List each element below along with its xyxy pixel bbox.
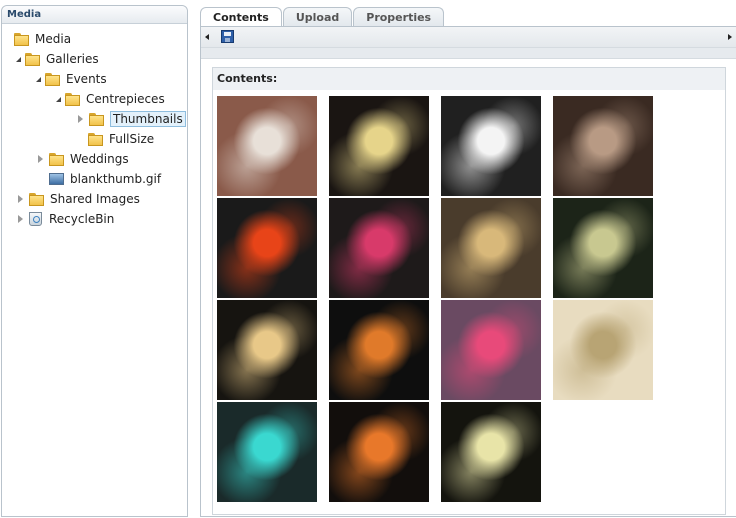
tree-node-label[interactable]: Media bbox=[35, 32, 71, 46]
scroll-left-icon[interactable] bbox=[205, 34, 209, 40]
tree-node-fullsize[interactable]: FullSize bbox=[88, 130, 154, 148]
tree-node-thumbnails[interactable]: Thumbnails bbox=[78, 110, 186, 128]
tab-properties[interactable]: Properties bbox=[353, 7, 445, 27]
contents-box: Contents: bbox=[212, 67, 726, 515]
tree-node-label[interactable]: Shared Images bbox=[50, 192, 140, 206]
folder-icon bbox=[29, 192, 45, 206]
tab-upload[interactable]: Upload bbox=[282, 7, 353, 27]
tab-contents[interactable]: Contents bbox=[200, 7, 282, 28]
tree-node-weddings[interactable]: Weddings bbox=[38, 150, 129, 168]
film-reel-photo[interactable] bbox=[441, 96, 541, 196]
collapse-toggle-icon[interactable] bbox=[18, 215, 23, 223]
folder-icon bbox=[45, 72, 61, 86]
tree-node-label[interactable]: Events bbox=[66, 72, 107, 86]
scroll-right-icon[interactable] bbox=[728, 34, 732, 40]
folder-icon bbox=[89, 112, 105, 126]
ivory-roses-photo[interactable] bbox=[441, 402, 541, 502]
white-flowers-photo[interactable] bbox=[553, 198, 653, 298]
expand-toggle-icon[interactable] bbox=[36, 76, 41, 82]
collapse-toggle-icon[interactable] bbox=[18, 195, 23, 203]
cream-centrepiece-photo[interactable] bbox=[553, 300, 653, 400]
expand-toggle-icon[interactable] bbox=[56, 96, 61, 102]
folder-icon bbox=[88, 132, 104, 146]
folder-icon bbox=[49, 152, 65, 166]
recycle-bin-icon bbox=[29, 212, 42, 226]
tree-node-blankthumb[interactable]: blankthumb.gif bbox=[49, 170, 161, 188]
tree-node-label[interactable]: Centrepieces bbox=[86, 92, 165, 106]
folder-icon bbox=[25, 52, 41, 66]
toolbar bbox=[201, 27, 736, 48]
tree-node-label[interactable]: Weddings bbox=[70, 152, 129, 166]
tree-node-label[interactable]: Galleries bbox=[46, 52, 99, 66]
heliconia-photo[interactable] bbox=[329, 300, 429, 400]
birdcage-photo[interactable] bbox=[441, 198, 541, 298]
cake-centrepiece-photo[interactable] bbox=[217, 96, 317, 196]
contents-title: Contents: bbox=[213, 68, 725, 90]
collapse-toggle-icon[interactable] bbox=[38, 155, 43, 163]
media-tree-panel: Media Media Galleries Events Centrepiece… bbox=[1, 5, 188, 517]
red-gerbera-photo[interactable] bbox=[217, 198, 317, 298]
folder-icon bbox=[14, 32, 30, 46]
tab-bar: Contents Upload Properties bbox=[200, 7, 445, 28]
tree-node-events[interactable]: Events bbox=[36, 70, 107, 88]
tree-node-label-selected[interactable]: Thumbnails bbox=[110, 111, 186, 127]
tree-node-media[interactable]: Media bbox=[10, 30, 71, 48]
horizontal-scrollbar[interactable] bbox=[201, 48, 736, 59]
expand-toggle-icon[interactable] bbox=[16, 56, 21, 62]
vintage-men-photo[interactable] bbox=[553, 96, 653, 196]
tree-header: Media bbox=[2, 6, 187, 24]
main-panel: Contents: bbox=[200, 26, 736, 517]
tree-node-galleries[interactable]: Galleries bbox=[16, 50, 99, 68]
image-file-icon bbox=[49, 173, 64, 185]
save-icon[interactable] bbox=[221, 30, 234, 43]
folder-icon bbox=[65, 92, 81, 106]
tall-vase-photo[interactable] bbox=[329, 198, 429, 298]
martini-glass-photo[interactable] bbox=[217, 300, 317, 400]
flower-vase-photo[interactable] bbox=[329, 96, 429, 196]
bird-of-paradise-photo[interactable] bbox=[329, 402, 429, 502]
tree-node-label[interactable]: blankthumb.gif bbox=[70, 172, 161, 186]
pink-roses-photo[interactable] bbox=[441, 300, 541, 400]
tree-node-recyclebin[interactable]: RecycleBin bbox=[18, 210, 114, 228]
collapse-toggle-icon[interactable] bbox=[78, 115, 83, 123]
tree-node-label[interactable]: RecycleBin bbox=[49, 212, 114, 226]
tree-node-centrepieces[interactable]: Centrepieces bbox=[56, 90, 165, 108]
tree-node-label[interactable]: FullSize bbox=[109, 132, 154, 146]
tree-node-shared-images[interactable]: Shared Images bbox=[18, 190, 140, 208]
mirror-ball-photo[interactable] bbox=[217, 402, 317, 502]
